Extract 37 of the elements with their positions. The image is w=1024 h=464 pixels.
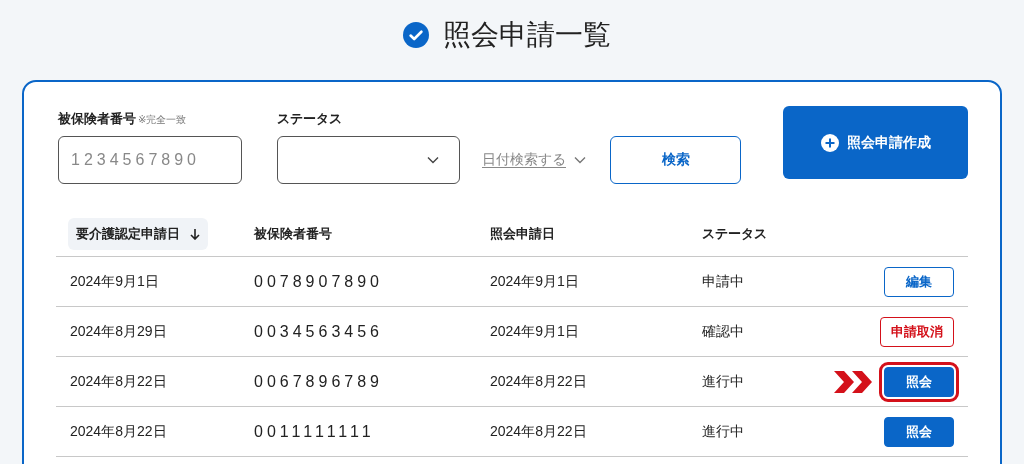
- table-cell: 2024年9月1日: [70, 272, 159, 289]
- table-cell: 2024年9月1日: [490, 322, 579, 339]
- column-header: ステータス: [702, 225, 768, 243]
- column-header[interactable]: 要介護認定申請日: [68, 218, 208, 250]
- arrow-down-icon: [190, 228, 200, 240]
- table-cell: 0034563456: [254, 322, 383, 340]
- field-label: 被保険者番号: [58, 110, 136, 128]
- table-cell: 確認中: [702, 322, 744, 339]
- field-note: ※完全一致: [138, 113, 187, 127]
- table-cell: 進行中: [702, 422, 744, 439]
- edit-button[interactable]: 編集: [884, 266, 954, 297]
- column-header: 被保険者番号: [254, 225, 333, 243]
- table-cell: 進行中: [702, 372, 744, 389]
- table-cell: 2024年8月22日: [70, 372, 167, 389]
- table-cell: 0011111111: [254, 422, 375, 440]
- column-header: 照会申請日: [490, 225, 556, 243]
- status-dropdown[interactable]: [277, 136, 460, 184]
- table-cell: 申請中: [702, 272, 744, 289]
- table-cell: 2024年9月1日: [490, 272, 579, 289]
- cancel-button[interactable]: 申請取消: [880, 316, 954, 347]
- chevron-down-icon: [427, 156, 439, 164]
- chevron-down-icon: [574, 156, 586, 164]
- table-cell: 2024年8月29日: [70, 322, 167, 339]
- date-search-toggle[interactable]: 日付検索する: [482, 136, 586, 184]
- table-cell: 2024年8月22日: [490, 372, 587, 389]
- table-cell: 2024年8月22日: [490, 422, 587, 439]
- plus-circle-icon: [820, 133, 839, 152]
- insured-number-field[interactable]: 1234567890: [58, 136, 242, 184]
- page-title: 照会申請一覧: [443, 18, 611, 52]
- table-cell: 0078907890: [254, 272, 383, 290]
- field-label: ステータス: [277, 110, 342, 128]
- search-button[interactable]: 検索: [610, 136, 741, 184]
- view-button[interactable]: 照会: [884, 416, 954, 447]
- check-circle-icon: [403, 22, 429, 48]
- table-cell: 2024年8月22日: [70, 422, 167, 439]
- table-cell: 0067896789: [254, 372, 383, 390]
- create-request-button[interactable]: 照会申請作成: [783, 106, 968, 179]
